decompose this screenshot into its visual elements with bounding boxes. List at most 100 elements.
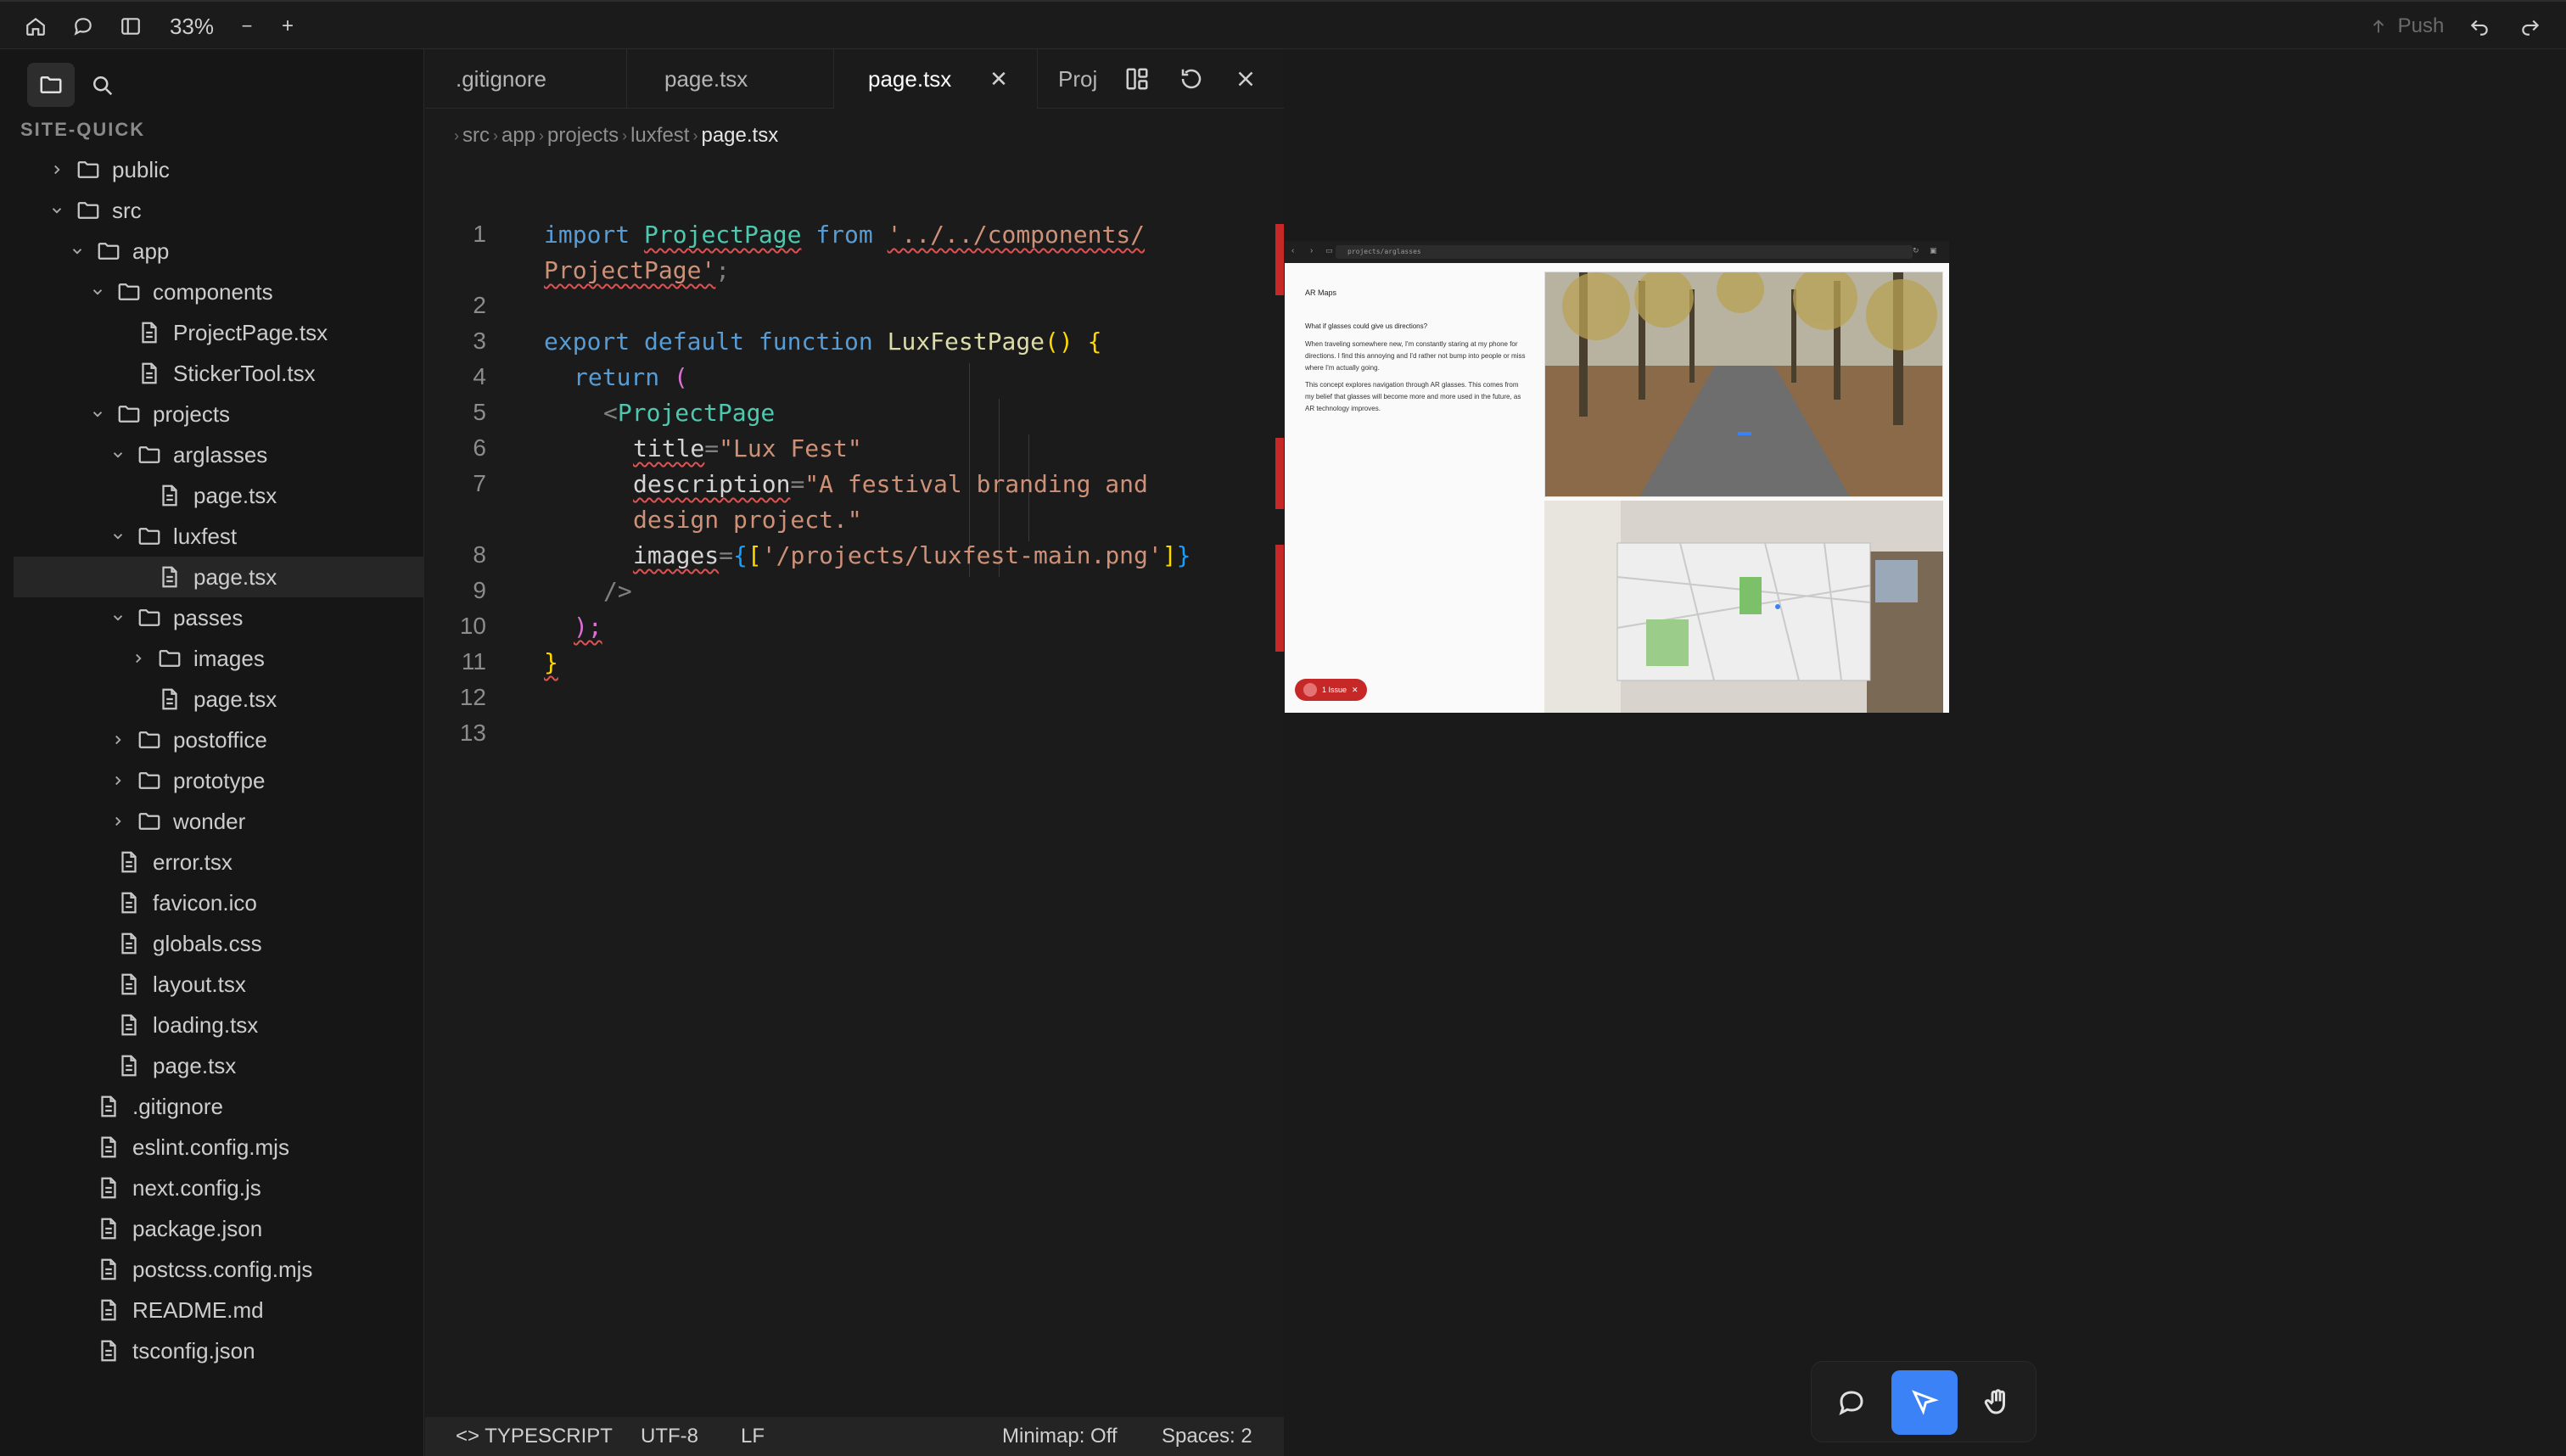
chevron-down-icon[interactable]: [90, 284, 105, 300]
sidebar-toggle-icon[interactable]: [114, 10, 148, 42]
chevron-down-icon[interactable]: [90, 406, 105, 422]
chevron-right-icon[interactable]: [110, 773, 126, 788]
chevron-down-icon[interactable]: [110, 447, 126, 462]
file-icon: [115, 848, 143, 876]
tree-file[interactable]: eslint.config.mjs: [0, 1127, 424, 1168]
chevron-down-icon[interactable]: [70, 244, 85, 259]
breadcrumb-luxfest[interactable]: luxfest: [630, 124, 689, 148]
tree-folder[interactable]: images: [0, 638, 424, 679]
language-mode[interactable]: <> TYPESCRIPT: [456, 1425, 613, 1448]
chevron-down-icon[interactable]: [110, 610, 126, 625]
tab-gitignore[interactable]: .gitignore: [425, 49, 627, 109]
tree-file[interactable]: README.md: [0, 1290, 424, 1330]
search-tab[interactable]: [78, 63, 126, 107]
tree-folder[interactable]: app: [0, 231, 424, 272]
encoding[interactable]: UTF-8: [641, 1425, 698, 1448]
split-layout-icon[interactable]: [1123, 64, 1151, 93]
tree-folder[interactable]: postoffice: [0, 720, 424, 760]
tree-folder[interactable]: prototype: [0, 760, 424, 801]
zoom-out-button[interactable]: −: [234, 10, 260, 42]
preview-canvas[interactable]: ‹ › ▭ projects/arglasses ↻ ▣ AR Maps Wha…: [1285, 49, 2566, 1456]
zoom-level[interactable]: 33%: [165, 10, 219, 42]
tree-file[interactable]: tsconfig.json: [0, 1330, 424, 1371]
tree-folder[interactable]: arglasses: [0, 434, 424, 475]
comment-icon[interactable]: [66, 10, 100, 42]
tree-file[interactable]: favicon.ico: [0, 882, 424, 923]
undo-icon[interactable]: [2462, 10, 2496, 42]
error-marker[interactable]: [1275, 545, 1284, 652]
tree-file[interactable]: error.tsx: [0, 842, 424, 882]
error-marker[interactable]: [1275, 224, 1284, 295]
tree-file[interactable]: layout.tsx: [0, 964, 424, 1005]
chevron-down-icon[interactable]: [110, 529, 126, 544]
comment-tool-button[interactable]: [1818, 1370, 1885, 1435]
zoom-label: 33%: [169, 13, 215, 39]
hand-tool-button[interactable]: [1964, 1370, 2031, 1435]
zoom-in-button[interactable]: +: [275, 10, 300, 42]
tree-file[interactable]: page.tsx: [14, 557, 424, 597]
window-icon[interactable]: ▣: [1930, 246, 1937, 255]
forward-icon[interactable]: ›: [1310, 246, 1313, 255]
minimap-toggle[interactable]: Minimap: Off: [1002, 1425, 1118, 1448]
preview-title: AR Maps: [1305, 288, 1337, 297]
tree-file[interactable]: loading.tsx: [0, 1005, 424, 1045]
code-line: />: [603, 577, 632, 605]
error-marker[interactable]: [1275, 438, 1284, 509]
tab-project[interactable]: Proje: [1038, 49, 1097, 109]
tree-folder[interactable]: public: [0, 149, 424, 190]
redo-icon[interactable]: [2513, 10, 2547, 42]
tree-folder[interactable]: passes: [0, 597, 424, 638]
refresh-icon[interactable]: [1177, 64, 1206, 93]
chevron-right-icon[interactable]: [110, 814, 126, 829]
breadcrumb-file[interactable]: page.tsx: [701, 124, 778, 148]
file-icon: [95, 1215, 122, 1242]
tree-folder[interactable]: wonder: [0, 801, 424, 842]
tree-item-label: projects: [153, 400, 231, 427]
close-panel-icon[interactable]: [1231, 64, 1260, 93]
tab-page-tsx-active[interactable]: page.tsx ✕: [834, 49, 1038, 109]
preview-url[interactable]: projects/arglasses: [1336, 245, 1913, 259]
tree-file[interactable]: page.tsx: [0, 1045, 424, 1086]
tree-file[interactable]: page.tsx: [0, 475, 424, 516]
line-number: 8: [473, 541, 486, 568]
chevron-right-icon[interactable]: [131, 651, 146, 666]
tree-folder[interactable]: luxfest: [0, 516, 424, 557]
breadcrumb-src[interactable]: src: [462, 124, 490, 148]
tree-folder[interactable]: src: [0, 190, 424, 231]
tab-page-tsx[interactable]: page.tsx: [627, 49, 834, 109]
files-tab[interactable]: [27, 63, 75, 107]
issues-badge[interactable]: 1 Issue ✕: [1295, 679, 1367, 701]
tree-file[interactable]: package.json: [0, 1208, 424, 1249]
push-button[interactable]: Push: [2356, 10, 2457, 42]
top-toolbar: 33% − + Push: [0, 0, 2566, 49]
refresh-icon[interactable]: ↻: [1913, 246, 1919, 255]
tree-file[interactable]: StickerTool.tsx: [0, 353, 424, 394]
select-tool-button[interactable]: [1891, 1370, 1958, 1435]
preview-browser-frame[interactable]: ‹ › ▭ projects/arglasses ↻ ▣ AR Maps Wha…: [1285, 241, 1949, 713]
chevron-right-icon[interactable]: [110, 732, 126, 748]
file-icon: [115, 1052, 143, 1079]
eol[interactable]: LF: [741, 1425, 765, 1448]
issue-label: 1 Issue: [1322, 686, 1347, 694]
monitor-icon[interactable]: ▭: [1325, 246, 1333, 255]
file-icon: [95, 1093, 122, 1120]
chevron-right-icon[interactable]: [49, 162, 64, 177]
tree-file[interactable]: globals.css: [0, 923, 424, 964]
home-icon[interactable]: [19, 10, 53, 42]
back-icon[interactable]: ‹: [1291, 246, 1294, 255]
tree-file[interactable]: page.tsx: [0, 679, 424, 720]
tree-file[interactable]: .gitignore: [0, 1086, 424, 1127]
close-icon[interactable]: ✕: [1352, 686, 1359, 695]
breadcrumb-projects[interactable]: projects: [547, 124, 619, 148]
tree-folder[interactable]: components: [0, 272, 424, 312]
breadcrumb-app[interactable]: app: [501, 124, 535, 148]
tree-file[interactable]: postcss.config.mjs: [0, 1249, 424, 1290]
indent-spaces[interactable]: Spaces: 2: [1162, 1425, 1252, 1448]
tree-file[interactable]: next.config.js: [0, 1168, 424, 1208]
file-icon: [136, 360, 163, 387]
tree-folder[interactable]: projects: [0, 394, 424, 434]
tree-file[interactable]: ProjectPage.tsx: [0, 312, 424, 353]
chevron-down-icon[interactable]: [49, 203, 64, 218]
close-icon[interactable]: ✕: [987, 66, 1011, 92]
tab-label: page.tsx: [664, 65, 748, 92]
